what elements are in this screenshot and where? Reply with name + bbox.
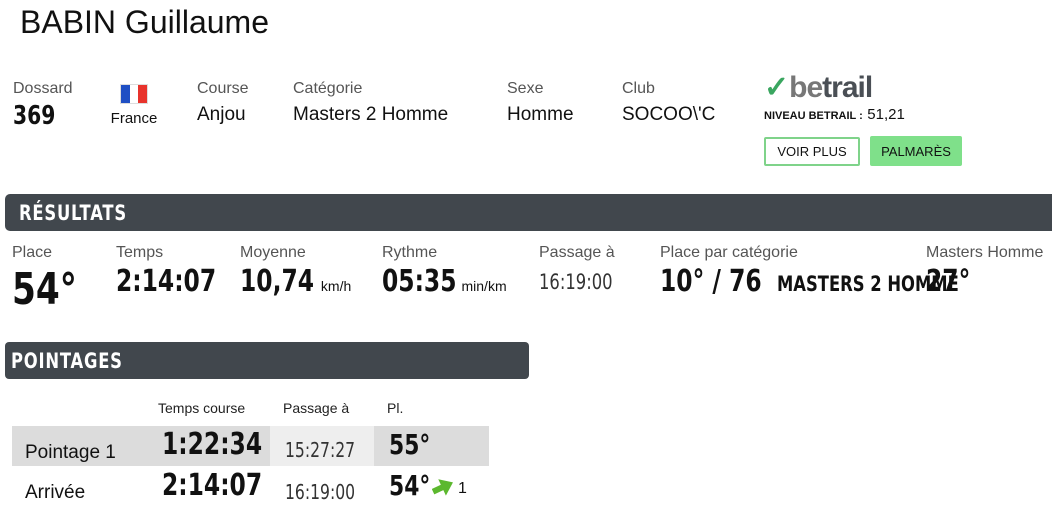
sex-value: Homme <box>507 104 574 125</box>
bib-block: Dossard 369 <box>13 80 73 131</box>
category-place-value: 10° / 76 <box>660 264 762 299</box>
sex-label: Sexe <box>507 80 544 97</box>
category-label: Catégorie <box>293 80 363 97</box>
betrail-level-label: NIVEAU BETRAIL : <box>764 110 863 122</box>
header-place: Pl. <box>387 400 404 416</box>
checkpoint-passage: 15:27:27 <box>285 438 356 462</box>
checkpoint-passage: 16:19:00 <box>285 480 356 504</box>
table-row: Pointage 1 1:22:34 15:27:27 55° <box>12 426 489 466</box>
header-passage: Passage à <box>283 400 350 416</box>
time-block: Temps 2:14:07 <box>116 244 244 299</box>
checkpoint-name: Arrivée <box>25 482 86 503</box>
masters-value: 27° <box>926 264 971 299</box>
checkpoint-place: 55° <box>389 428 431 461</box>
betrail-level: NIVEAU BETRAIL : 51,21 <box>764 106 905 124</box>
time-label: Temps <box>116 244 164 261</box>
average-unit: km/h <box>320 278 352 294</box>
average-label: Moyenne <box>240 244 306 261</box>
category-value: Masters 2 Homme <box>293 104 449 125</box>
checkpoints-header: POINTAGES <box>5 342 529 379</box>
see-more-button[interactable]: VOIR PLUS <box>764 137 860 166</box>
masters-block: Masters Homme 27° <box>926 244 1043 299</box>
club-block: Club SOCOO\'C <box>622 80 715 126</box>
pace-label: Rythme <box>382 244 438 261</box>
place-label: Place <box>12 244 53 261</box>
betrail-logo[interactable]: ✓betrail <box>764 70 873 105</box>
palmares-button[interactable]: PALMARÈS <box>870 136 962 166</box>
race-value: Anjou <box>197 104 246 125</box>
table-row: Arrivée 2:14:07 16:19:00 54° 1 <box>12 468 489 508</box>
passage-block: Passage à 16:19:00 <box>539 244 633 294</box>
betrail-logo-be: be <box>789 71 823 104</box>
sex-block: Sexe Homme <box>507 80 574 126</box>
checkpoint-place: 54° <box>389 469 431 502</box>
results-title: RÉSULTATS <box>19 200 127 225</box>
athlete-name: BABIN Guillaume <box>20 4 269 40</box>
results-header: RÉSULTATS <box>5 194 1052 231</box>
checkpoint-time: 2:14:07 <box>162 468 263 503</box>
checkpoints-title: POINTAGES <box>11 348 123 373</box>
france-flag-icon <box>120 84 148 104</box>
place-value: 54° <box>12 264 77 315</box>
bib-number: 369 <box>13 101 56 131</box>
pace-unit: min/km <box>461 278 507 294</box>
category-block: Catégorie Masters 2 Homme <box>293 80 448 126</box>
race-block: Course Anjou <box>197 80 249 126</box>
average-value: 10,74 <box>240 264 315 299</box>
race-label: Course <box>197 80 249 97</box>
rank-gain: 1 <box>458 480 467 497</box>
rank-up-arrow-icon <box>432 479 453 496</box>
header-race-time: Temps course <box>158 400 246 416</box>
checkpoint-time: 1:22:34 <box>162 427 263 462</box>
masters-label: Masters Homme <box>926 244 1044 261</box>
betrail-level-value: 51,21 <box>867 106 905 123</box>
country-name: France <box>110 110 158 127</box>
bib-label: Dossard <box>13 80 73 97</box>
pace-block: Rythme 05:35 min/km <box>382 244 507 299</box>
passage-value: 16:19:00 <box>539 270 613 294</box>
passage-label: Passage à <box>539 244 615 261</box>
place-block: Place 54° <box>12 244 95 315</box>
betrail-check-icon: ✓ <box>764 71 790 104</box>
club-value: SOCOO\'C <box>622 104 716 125</box>
checkpoint-name: Pointage 1 <box>25 442 116 463</box>
pace-value: 05:35 <box>382 264 457 299</box>
time-value: 2:14:07 <box>116 264 217 299</box>
club-label: Club <box>622 80 655 97</box>
betrail-logo-trail: trail <box>822 71 873 104</box>
average-block: Moyenne 10,74 km/h <box>240 244 351 299</box>
country-block: France <box>110 84 158 127</box>
